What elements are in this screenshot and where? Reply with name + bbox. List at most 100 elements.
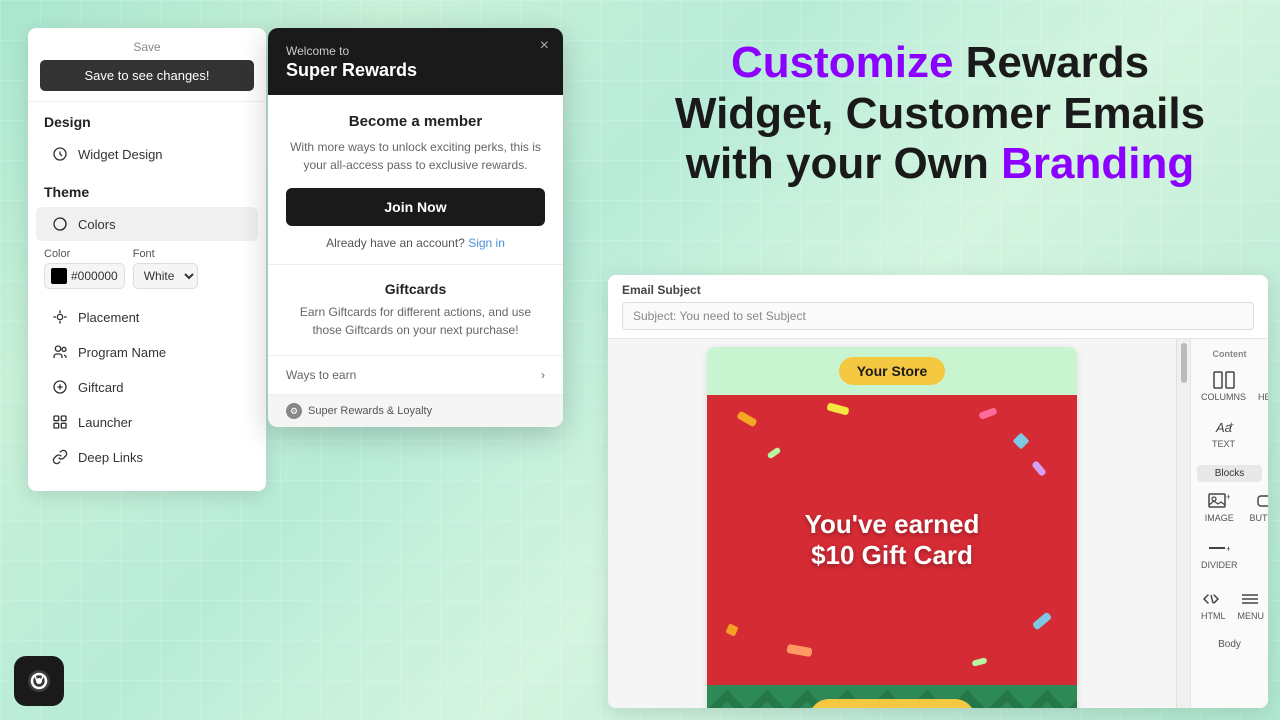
placement-item[interactable]: Placement xyxy=(36,300,258,334)
tool-text[interactable]: Aa + TEXT xyxy=(1197,412,1250,455)
modal-welcome-text: Welcome to xyxy=(286,44,545,58)
font-label: Font xyxy=(133,248,198,260)
save-button[interactable]: Save to see changes! xyxy=(40,60,254,91)
email-card-earned-text: You've earned$10 Gift Card xyxy=(805,509,980,571)
modal-giftcard-section: Giftcards Earn Giftcards for different a… xyxy=(268,265,563,356)
svg-text:+: + xyxy=(1226,544,1230,554)
widget-modal: × Welcome to Super Rewards Become a memb… xyxy=(268,28,563,427)
color-block: Color #000000 xyxy=(44,248,125,289)
left-design-panel: Save Save to see changes! Design Widget … xyxy=(28,28,266,491)
color-swatch xyxy=(51,268,67,284)
join-now-button[interactable]: Join Now xyxy=(286,188,545,226)
html-icon xyxy=(1202,590,1224,608)
redeem-button[interactable]: Redeem Now xyxy=(809,699,976,708)
email-subject-bar: Email Subject Subject: You need to set S… xyxy=(608,275,1268,339)
signin-link[interactable]: Sign in xyxy=(468,236,505,250)
giftcard-icon xyxy=(52,379,68,395)
colors-item[interactable]: Colors xyxy=(36,207,258,241)
menu-label: MENU xyxy=(1238,611,1265,621)
font-block: Font White Black Gray xyxy=(133,248,198,289)
email-subject-label: Email Subject xyxy=(622,283,1254,297)
confetti-4 xyxy=(767,447,782,460)
colors-icon xyxy=(52,216,68,232)
tool-html[interactable]: HTML xyxy=(1197,584,1230,627)
app-logo[interactable] xyxy=(14,656,64,706)
modal-footer-logo-icon: ⚙ xyxy=(286,403,302,419)
button-label: BUTTON xyxy=(1250,513,1268,523)
modal-brand-name: Super Rewards xyxy=(286,60,545,81)
placement-label: Placement xyxy=(78,310,139,325)
confetti-10 xyxy=(971,657,987,667)
headline-line2: Widget, Customer Emails xyxy=(640,89,1240,140)
giftcard-item[interactable]: Giftcard xyxy=(36,370,258,404)
program-name-icon xyxy=(52,344,68,360)
tool-columns[interactable]: COLUMNS xyxy=(1197,365,1250,408)
email-editor-panel: Email Subject Subject: You need to set S… xyxy=(608,275,1268,708)
confetti-6 xyxy=(1031,460,1047,477)
deep-links-label: Deep Links xyxy=(78,450,143,465)
email-preview-area: Your Store You've earned$10 xyxy=(608,339,1176,708)
svg-text:+: + xyxy=(1226,492,1230,502)
font-select[interactable]: White Black Gray xyxy=(133,263,198,289)
launcher-label: Launcher xyxy=(78,415,132,430)
widget-design-item[interactable]: Widget Design xyxy=(36,137,258,171)
menu-icon xyxy=(1240,590,1262,608)
save-label: Save xyxy=(40,40,254,54)
modal-member-section: Become a member With more ways to unlock… xyxy=(268,95,563,265)
tool-menu[interactable]: MENU xyxy=(1234,584,1269,627)
modal-member-desc: With more ways to unlock exciting perks,… xyxy=(286,138,545,174)
blocks-tab[interactable]: Blocks xyxy=(1197,465,1262,482)
program-name-label: Program Name xyxy=(78,345,166,360)
deep-links-item[interactable]: Deep Links xyxy=(36,440,258,474)
content-label: Content xyxy=(1191,347,1268,365)
confetti-5 xyxy=(826,402,849,415)
divider-label: DIVIDER xyxy=(1201,560,1238,570)
subject-placeholder: Subject: You need to set Subject xyxy=(633,309,806,323)
modal-giftcard-desc: Earn Giftcards for different actions, an… xyxy=(286,303,545,339)
email-tools-panel: Content COLUMNS H xyxy=(1190,339,1268,708)
confetti-1 xyxy=(736,411,757,428)
email-card-bottom: Redeem Now xyxy=(707,685,1077,708)
color-hex-value: #000000 xyxy=(71,269,118,283)
modal-footer: ⚙ Super Rewards & Loyalty xyxy=(268,394,563,427)
color-swatch-row[interactable]: #000000 xyxy=(44,263,125,289)
more-tools-grid: HTML MENU xyxy=(1191,584,1268,635)
widget-design-icon xyxy=(52,146,68,162)
headline-line1: Customize Rewards xyxy=(640,38,1240,89)
modal-header: × Welcome to Super Rewards xyxy=(268,28,563,95)
confetti-2 xyxy=(1013,433,1030,450)
confetti-3 xyxy=(978,407,997,420)
tool-image[interactable]: + IMAGE xyxy=(1197,486,1242,529)
modal-ways-row: Ways to earn › xyxy=(268,356,563,394)
modal-close-button[interactable]: × xyxy=(540,38,549,54)
email-body: Your Store You've earned$10 xyxy=(608,339,1268,708)
color-label: Color xyxy=(44,248,125,260)
heading-label: HEADING xyxy=(1258,392,1268,402)
tool-divider[interactable]: + DIVIDER xyxy=(1197,533,1242,576)
modal-giftcard-title: Giftcards xyxy=(286,281,545,297)
launcher-item[interactable]: Launcher xyxy=(36,405,258,439)
confetti-9 xyxy=(786,644,812,657)
program-name-item[interactable]: Program Name xyxy=(36,335,258,369)
html-label: HTML xyxy=(1201,611,1226,621)
giftcard-label: Giftcard xyxy=(78,380,124,395)
colors-label: Colors xyxy=(78,217,116,232)
divider-icon: + xyxy=(1208,539,1230,557)
scroll-thumb xyxy=(1181,343,1187,383)
deep-links-icon xyxy=(52,449,68,465)
body-tab[interactable]: Body xyxy=(1191,635,1268,654)
ways-chevron-icon: › xyxy=(541,368,545,382)
modal-signin-text: Already have an account? Sign in xyxy=(286,236,545,250)
email-subject-input[interactable]: Subject: You need to set Subject xyxy=(622,302,1254,330)
headline-purple-word: Customize xyxy=(731,38,953,87)
app-logo-icon xyxy=(24,666,54,696)
button-icon: + xyxy=(1257,492,1268,510)
headline-line3: with your Own Branding xyxy=(640,139,1240,190)
email-card-main: You've earned$10 Gift Card xyxy=(707,395,1077,685)
tool-button[interactable]: + BUTTON xyxy=(1246,486,1268,529)
headline-with-text: with your Own xyxy=(686,139,1001,188)
svg-text:+: + xyxy=(1229,420,1234,430)
tool-heading[interactable]: H + HEADING xyxy=(1254,365,1268,408)
columns-label: COLUMNS xyxy=(1201,392,1246,402)
email-scrollbar[interactable] xyxy=(1176,339,1190,708)
